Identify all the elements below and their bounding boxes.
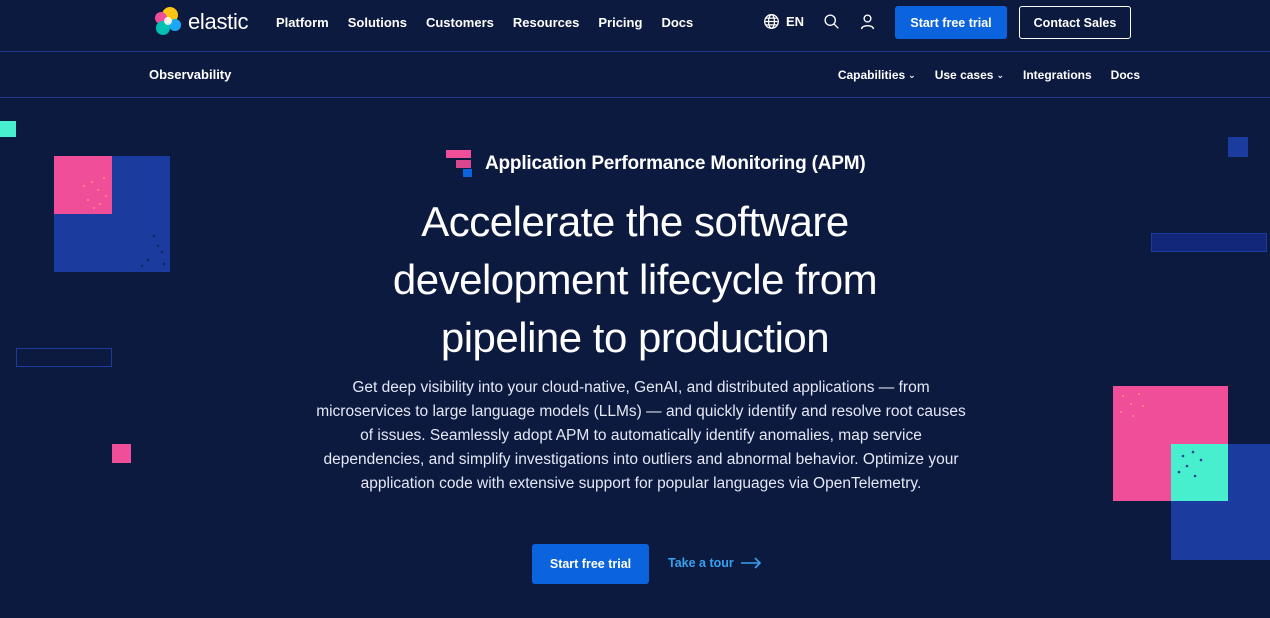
nav-utilities: EN <box>763 13 876 30</box>
product-name: Application Performance Monitoring (APM) <box>485 153 866 174</box>
logo-text: elastic <box>188 9 249 34</box>
nav-pricing[interactable]: Pricing <box>598 15 642 30</box>
decoration-teal-square <box>0 121 16 137</box>
decoration-block-right <box>1113 386 1270 560</box>
decoration-blue-square-small <box>1228 137 1248 157</box>
subnav-capabilities[interactable]: Capabilities ⌄ <box>838 68 916 82</box>
language-label: EN <box>786 14 805 29</box>
search-button[interactable] <box>823 13 840 30</box>
chevron-down-icon: ⌄ <box>908 69 916 80</box>
account-button[interactable] <box>859 13 876 30</box>
product-eyebrow: Application Performance Monitoring (APM) <box>446 150 866 178</box>
user-icon <box>860 14 875 30</box>
decoration-block-left <box>54 156 170 272</box>
hero-description: Get deep visibility into your cloud-nati… <box>316 379 966 492</box>
take-a-tour-link[interactable]: Take a tour <box>668 556 762 570</box>
elastic-logo[interactable]: elastic <box>151 6 249 38</box>
top-navigation: elastic Platform Solutions Customers Res… <box>0 0 1270 52</box>
nav-docs[interactable]: Docs <box>661 15 693 30</box>
elastic-logo-icon <box>155 7 181 35</box>
start-trial-button-header[interactable]: Start free trial <box>895 6 1007 39</box>
subnav-use-cases[interactable]: Use cases ⌄ <box>935 68 1004 82</box>
language-selector[interactable]: EN <box>763 13 804 30</box>
subnav-docs[interactable]: Docs <box>1111 68 1140 82</box>
search-icon <box>824 14 839 29</box>
subnav-title[interactable]: Observability <box>149 67 231 82</box>
subnav-capabilities-label: Capabilities <box>837 68 906 82</box>
take-a-tour-label: Take a tour <box>668 556 734 570</box>
primary-nav: Platform Solutions Customers Resources P… <box>276 15 712 30</box>
chevron-down-icon: ⌄ <box>996 69 1004 80</box>
nav-resources[interactable]: Resources <box>513 15 579 30</box>
nav-solutions[interactable]: Solutions <box>348 15 407 30</box>
subnav-integrations[interactable]: Integrations <box>1023 68 1092 82</box>
subnav-use-cases-label: Use cases <box>934 68 994 82</box>
decoration-pink-square-small <box>112 444 131 463</box>
apm-product-icon <box>446 150 472 177</box>
subnav-links: Capabilities ⌄ Use cases ⌄ Integrations … <box>819 68 1140 82</box>
sub-navigation: Observability Capabilities ⌄ Use cases ⌄… <box>0 52 1270 98</box>
decoration-outline-bar-right <box>1151 233 1267 252</box>
nav-platform[interactable]: Platform <box>276 15 329 30</box>
arrow-right-icon <box>740 557 761 569</box>
start-trial-button-hero[interactable]: Start free trial <box>532 544 649 584</box>
contact-sales-button[interactable]: Contact Sales <box>1019 6 1131 39</box>
hero-headline: Accelerate the software development life… <box>392 198 878 361</box>
decoration-outline-bar-left <box>16 348 112 367</box>
globe-icon <box>764 14 779 29</box>
nav-customers[interactable]: Customers <box>426 15 494 30</box>
